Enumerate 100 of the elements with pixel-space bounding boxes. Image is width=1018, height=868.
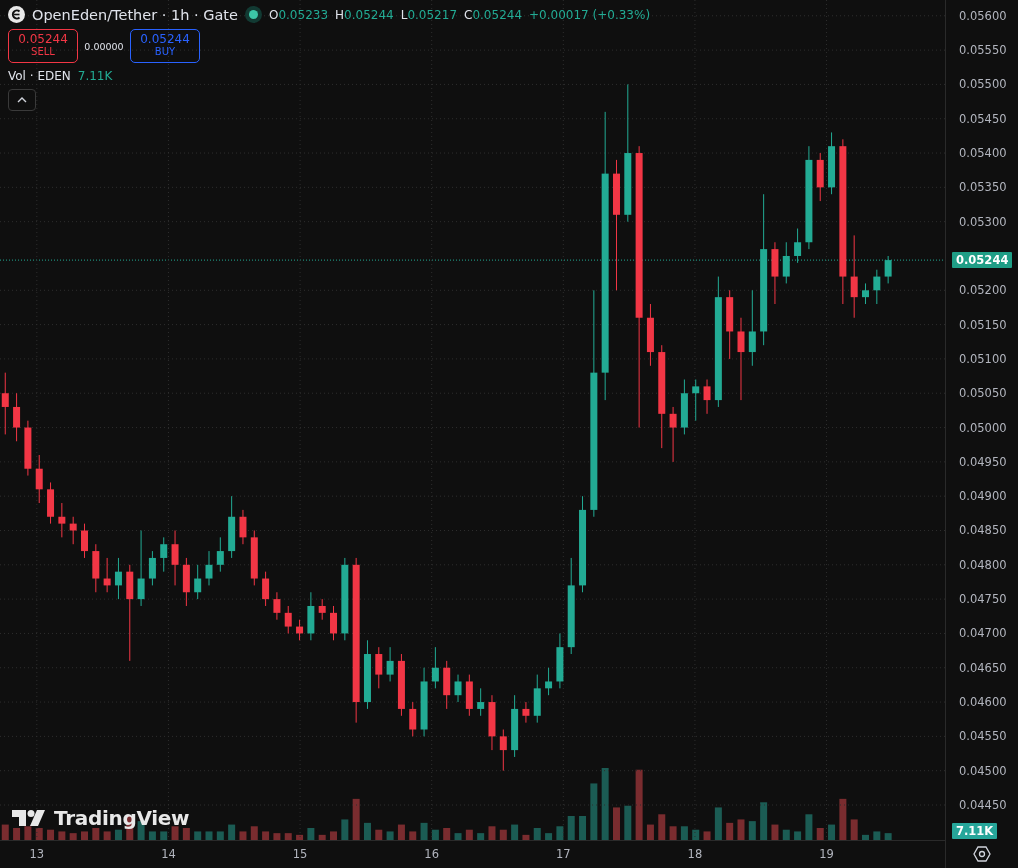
candle [194,564,202,600]
candle [488,694,496,751]
candle [862,282,869,305]
candle [262,571,270,607]
candle [465,674,473,717]
candle [533,674,541,724]
candle [171,530,179,586]
candle [828,131,836,195]
price-axis-label: 0.05500 [959,77,1007,92]
price-change: +0.00017 (+0.33%) [529,7,651,22]
candle [103,557,111,593]
candle [1,372,9,435]
price-axis-label: 0.05600 [959,8,1007,23]
time-axis-label: 18 [687,847,703,861]
candle [782,241,790,284]
price-axis-label: 0.05150 [959,317,1007,332]
price-axis-label: 0.04450 [959,798,1007,812]
price-axis-label: 0.05400 [959,146,1007,161]
time-axis-label: 17 [556,847,571,861]
ohlc-value: 0.05233 [278,7,329,22]
ohlc-key: L [400,7,408,22]
ohlc-value: 0.05244 [472,7,523,22]
market-status-icon [244,6,262,23]
candle [409,701,417,737]
price-axis-label: 0.04750 [959,592,1007,607]
price-axis-label: 0.05350 [959,180,1007,195]
price-axis-label: 0.04500 [959,763,1007,778]
candle [545,667,553,696]
candle [239,509,247,545]
price-axis-label: 0.05000 [959,420,1007,435]
price-axis-label: 0.04700 [959,626,1007,641]
price-axis-label: 0.04950 [959,454,1007,469]
brand-logo-icon [12,808,48,828]
brand-name: TradingView [54,806,190,830]
candle [794,228,802,264]
candle [13,392,21,442]
collapse-button[interactable] [8,89,36,111]
time-axis-label: 15 [292,847,308,861]
candle [420,667,428,737]
sell-button[interactable]: 0.05244 SELL [8,29,78,63]
candle [397,653,405,717]
price-axis-label: 0.05450 [959,111,1007,126]
price-axis-label: 0.04600 [959,695,1007,710]
candle [771,241,779,305]
candle [318,598,326,621]
last-price-badge: 0.05244 [952,252,1013,269]
candle [307,591,315,641]
price-axis-label: 0.04900 [959,489,1007,504]
volume-value: 7.11K [77,69,113,83]
candle [646,303,654,367]
price-axis-label: 0.05050 [959,386,1007,401]
candle [330,605,337,641]
price-axis-label: 0.05200 [959,283,1007,298]
candle [182,557,190,607]
candle [884,255,892,284]
candle [556,632,564,689]
candle [522,701,530,724]
candle [35,454,43,504]
candle [69,516,77,545]
ohlc-value: 0.05244 [344,7,394,22]
candle [363,639,371,710]
ohlc-value: 0.05217 [407,7,457,22]
volume-badge: 7.11K [952,823,998,839]
candle [703,379,711,415]
settings-icon[interactable] [973,845,991,863]
coin-logo-icon [8,6,25,23]
ohlc-key: O [268,7,279,22]
spread-value: 0.00000 [83,40,125,52]
candle [680,379,688,435]
candle [273,591,281,621]
candle [726,289,734,360]
candle [443,660,451,710]
candle [375,646,383,689]
candle [692,379,700,422]
candle [81,523,88,559]
candle [228,495,236,559]
candle [24,420,32,477]
price-axis-label: 0.05100 [959,351,1007,366]
candle [47,481,55,525]
time-axis-label: 14 [161,847,176,861]
candle [511,694,519,758]
ohlc-key: C [464,7,473,22]
candle [386,646,394,682]
symbol-title: OpenEden/Tether · 1h · Gate [32,6,238,23]
candle [477,687,485,717]
volume-label: Vol · EDEN [8,69,71,83]
price-axis-label: 0.04850 [959,523,1007,538]
candle [873,269,881,305]
time-axis-label: 19 [819,847,834,861]
buy-button[interactable]: 0.05244 BUY [130,29,200,63]
candle [148,550,156,586]
candle [431,646,439,689]
candle [250,530,258,586]
chevron-up-icon [17,97,27,103]
price-axis-label: 0.04550 [959,729,1007,744]
candle [284,605,292,634]
ohlc-key: H [335,7,345,22]
price-axis-label: 0.04800 [959,557,1007,572]
candle [92,543,100,593]
candle [816,152,824,202]
